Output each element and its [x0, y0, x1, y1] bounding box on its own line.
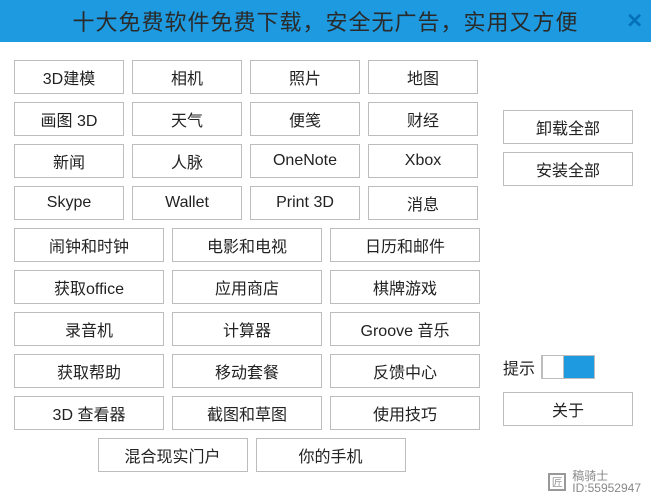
app-tile[interactable]: 财经 — [368, 102, 478, 136]
watermark: 匠 稿骑士 ID:55952947 — [548, 470, 641, 494]
uninstall-all-button[interactable]: 卸载全部 — [503, 110, 633, 144]
app-tile[interactable]: 电影和电视 — [172, 228, 322, 262]
app-tile[interactable]: 地图 — [368, 60, 478, 94]
watermark-icon: 匠 — [548, 473, 566, 491]
ad-banner: 十大免费软件免费下载，安全无广告，实用又方便 ✕ — [0, 0, 651, 42]
app-tile[interactable]: 便笺 — [250, 102, 360, 136]
watermark-id: ID:55952947 — [572, 482, 641, 494]
app-tile[interactable]: 你的手机 — [256, 438, 406, 472]
app-tile[interactable]: 使用技巧 — [330, 396, 480, 430]
about-button[interactable]: 关于 — [503, 392, 633, 426]
hint-toggle[interactable] — [541, 355, 595, 379]
app-tile[interactable]: 相机 — [132, 60, 242, 94]
app-tile[interactable]: 截图和草图 — [172, 396, 322, 430]
app-tile[interactable]: Print 3D — [250, 186, 360, 220]
app-tile[interactable]: 应用商店 — [172, 270, 322, 304]
app-tile[interactable]: 日历和邮件 — [330, 228, 480, 262]
app-tile[interactable]: 计算器 — [172, 312, 322, 346]
app-tile[interactable]: Wallet — [132, 186, 242, 220]
close-icon[interactable]: ✕ — [626, 9, 643, 34]
app-tile[interactable]: 天气 — [132, 102, 242, 136]
side-panel: 卸载全部 安装全部 提示 关于 — [489, 60, 641, 480]
app-tile[interactable]: OneNote — [250, 144, 360, 178]
app-tile[interactable]: 照片 — [250, 60, 360, 94]
app-tile[interactable]: 棋牌游戏 — [330, 270, 480, 304]
app-tile[interactable]: 人脉 — [132, 144, 242, 178]
app-tile[interactable]: 混合现实门户 — [98, 438, 248, 472]
app-tile[interactable]: 新闻 — [14, 144, 124, 178]
app-tile[interactable]: 反馈中心 — [330, 354, 480, 388]
app-tile[interactable]: 画图 3D — [14, 102, 124, 136]
banner-text: 十大免费软件免费下载，安全无广告，实用又方便 — [72, 5, 578, 37]
app-tile[interactable]: 获取帮助 — [14, 354, 164, 388]
app-tile[interactable]: 移动套餐 — [172, 354, 322, 388]
app-tile[interactable]: Skype — [14, 186, 124, 220]
app-tile[interactable]: 3D建模 — [14, 60, 124, 94]
app-tile[interactable]: 获取office — [14, 270, 164, 304]
app-tile[interactable]: 闹钟和时钟 — [14, 228, 164, 262]
toggle-label: 提示 — [503, 355, 535, 379]
app-tile[interactable]: Groove 音乐 — [330, 312, 480, 346]
toggle-knob — [542, 355, 564, 379]
app-grid: 3D建模 相机 照片 地图 画图 3D 天气 便笺 财经 新闻 人脉 OneNo… — [14, 60, 489, 480]
app-tile[interactable]: Xbox — [368, 144, 478, 178]
app-tile[interactable]: 消息 — [368, 186, 478, 220]
install-all-button[interactable]: 安装全部 — [503, 152, 633, 186]
app-tile[interactable]: 3D 查看器 — [14, 396, 164, 430]
app-tile[interactable]: 录音机 — [14, 312, 164, 346]
